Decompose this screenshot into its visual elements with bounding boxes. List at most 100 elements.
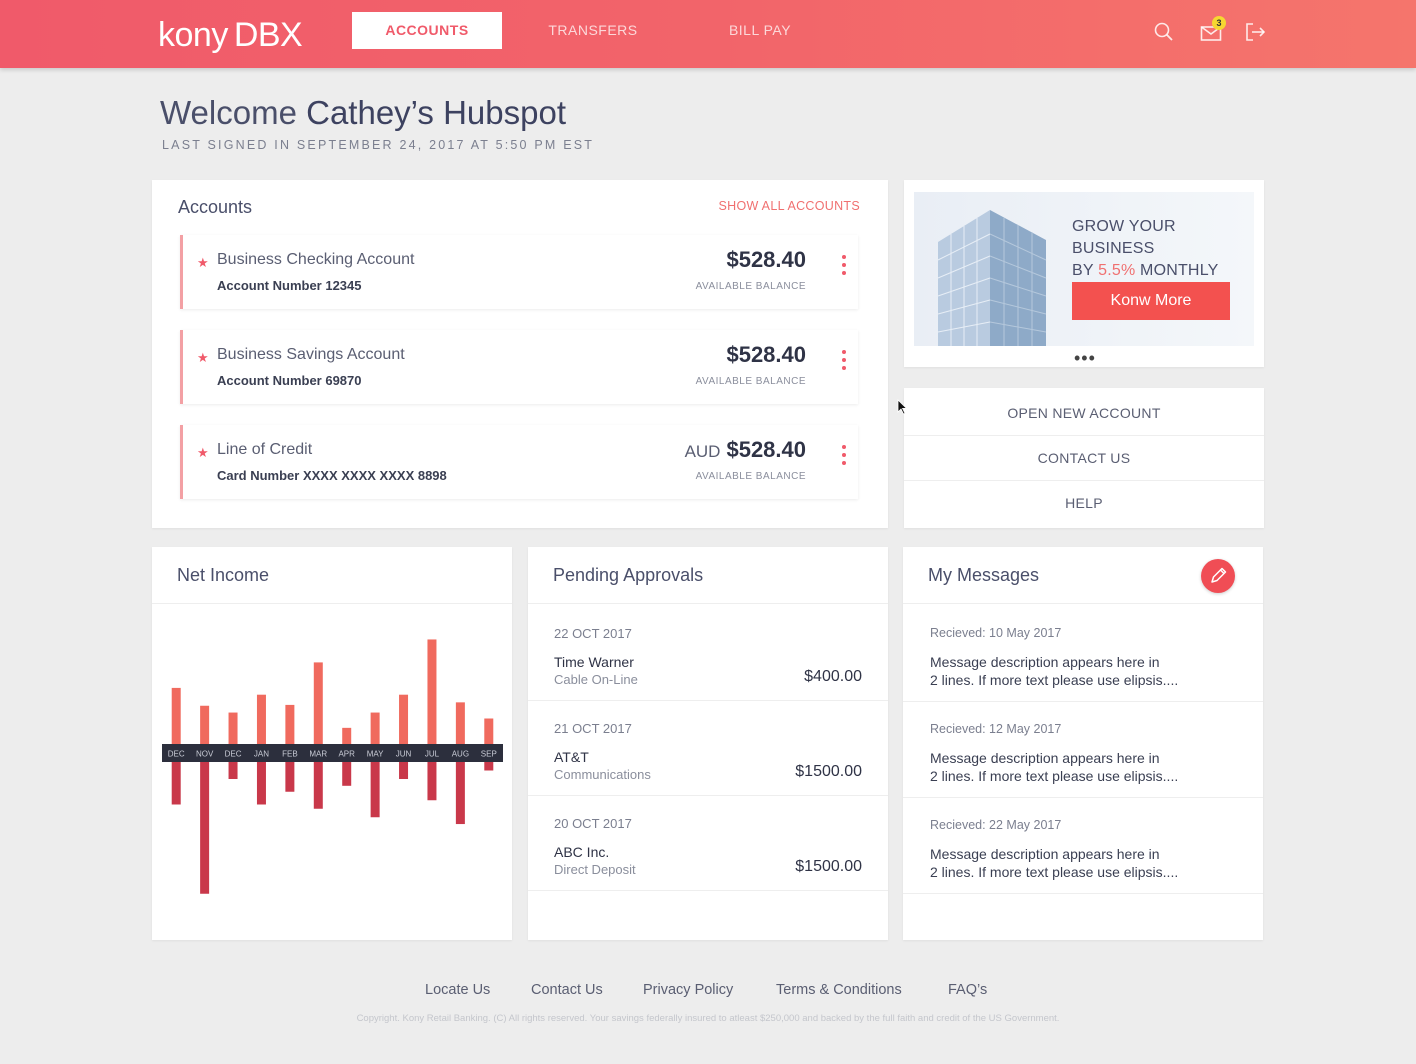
my-messages-title: My Messages bbox=[928, 565, 1040, 585]
message-preview-line-2: 2 lines. If more text please use elipsis… bbox=[930, 768, 1179, 784]
promo-line-1: GROW YOUR BUSINESS bbox=[1072, 218, 1176, 257]
favorite-star-icon[interactable]: ★ bbox=[197, 350, 209, 366]
pencil-icon bbox=[1211, 567, 1227, 583]
message-preview-line-2: 2 lines. If more text please use elipsis… bbox=[930, 864, 1179, 880]
more-options-icon[interactable] bbox=[836, 348, 852, 376]
logout-icon[interactable] bbox=[1243, 20, 1267, 44]
account-balance: $528.40 bbox=[726, 342, 806, 368]
expense-bar bbox=[200, 762, 210, 894]
footer-link-faqs[interactable]: FAQ’s bbox=[948, 982, 987, 998]
pending-date: 20 OCT 2017 bbox=[554, 816, 632, 831]
copyright-text: Copyright. Kony Retail Banking. (C) All … bbox=[356, 1013, 1060, 1024]
account-row-checking[interactable]: ★ Business Checking Account Account Numb… bbox=[180, 235, 858, 309]
kony-dbx-logo[interactable]: kony DBX bbox=[158, 16, 303, 55]
footer-link-privacy-policy[interactable]: Privacy Policy bbox=[643, 982, 733, 998]
income-bar bbox=[342, 727, 352, 744]
carousel-dots[interactable]: ••• bbox=[1074, 348, 1096, 369]
income-bar bbox=[228, 712, 238, 744]
month-tick-label: NOV bbox=[196, 750, 214, 759]
expense-bar bbox=[399, 762, 409, 779]
expense-bar bbox=[171, 762, 181, 805]
footer-link-locate-us[interactable]: Locate Us bbox=[425, 982, 490, 998]
month-tick-label: AUG bbox=[452, 750, 469, 759]
footer-link-contact-us[interactable]: Contact Us bbox=[531, 982, 603, 998]
message-preview-line-1: Message description appears here in bbox=[930, 654, 1160, 670]
accounts-card: Accounts SHOW ALL ACCOUNTS ★ Business Ch… bbox=[152, 180, 888, 528]
help-link[interactable]: HELP bbox=[904, 481, 1264, 526]
card-number: Card Number XXXX XXXX XXXX 8898 bbox=[217, 468, 447, 483]
more-options-icon[interactable] bbox=[836, 443, 852, 471]
payee-name: Time Warner bbox=[554, 654, 634, 670]
pending-approvals-card: Pending Approvals 22 OCT 2017 Time Warne… bbox=[528, 547, 888, 940]
account-balance-amount: $528.40 bbox=[726, 437, 806, 462]
mail-count-badge: 3 bbox=[1212, 16, 1226, 30]
available-balance-label: AVAILABLE BALANCE bbox=[695, 471, 806, 482]
message-preview-line-1: Message description appears here in bbox=[930, 846, 1160, 862]
account-name: Business Savings Account bbox=[217, 346, 405, 363]
income-bar bbox=[171, 687, 181, 744]
income-bar bbox=[484, 718, 494, 744]
payee-name: AT&T bbox=[554, 749, 589, 765]
pending-amount: $1500.00 bbox=[795, 858, 862, 875]
footer-link-terms[interactable]: Terms & Conditions bbox=[776, 982, 902, 998]
promo-rate: 5.5% bbox=[1098, 262, 1136, 279]
logo-kony-text: kony bbox=[158, 16, 228, 54]
page-title: Welcome Cathey’s Hubspot bbox=[160, 94, 566, 132]
account-number: Account Number 12345 bbox=[217, 278, 362, 293]
accounts-title: Accounts bbox=[178, 197, 253, 217]
payee-category: Direct Deposit bbox=[554, 862, 636, 877]
account-name: Business Checking Account bbox=[217, 251, 415, 268]
month-tick-label: APR bbox=[338, 750, 355, 759]
compose-message-button[interactable] bbox=[1201, 559, 1235, 593]
expense-bar bbox=[484, 762, 494, 771]
search-icon[interactable] bbox=[1152, 20, 1176, 44]
contact-us-link[interactable]: CONTACT US bbox=[904, 436, 1264, 481]
pending-date: 21 OCT 2017 bbox=[554, 721, 632, 736]
pending-item[interactable]: 20 OCT 2017 ABC Inc. Direct Deposit $150… bbox=[528, 796, 888, 891]
expense-bar bbox=[285, 762, 295, 792]
pending-item[interactable]: 22 OCT 2017 Time Warner Cable On-Line $4… bbox=[528, 606, 888, 701]
payee-name: ABC Inc. bbox=[554, 844, 610, 860]
divider bbox=[528, 603, 888, 604]
income-bar bbox=[455, 702, 465, 744]
account-row-savings[interactable]: ★ Business Savings Account Account Numbe… bbox=[180, 330, 858, 404]
message-item[interactable]: Recieved: 12 May 2017 Message descriptio… bbox=[903, 702, 1263, 798]
office-building-image bbox=[937, 210, 1047, 346]
promo-banner-card: GROW YOUR BUSINESS BY 5.5% MONTHLY Konw … bbox=[904, 180, 1264, 369]
account-row-line-of-credit[interactable]: ★ Line of Credit Card Number XXXX XXXX X… bbox=[180, 425, 858, 499]
welcome-prefix: Welcome bbox=[160, 94, 297, 131]
pending-amount: $400.00 bbox=[804, 668, 862, 685]
know-more-button[interactable]: Konw More bbox=[1072, 282, 1230, 320]
income-bar bbox=[313, 662, 323, 744]
favorite-star-icon[interactable]: ★ bbox=[197, 445, 209, 461]
expense-bar bbox=[228, 762, 238, 779]
tab-transfers[interactable]: TRANSFERS bbox=[520, 12, 666, 49]
message-received-date: Recieved: 12 May 2017 bbox=[930, 722, 1062, 736]
message-preview-line-2: 2 lines. If more text please use elipsis… bbox=[930, 672, 1179, 688]
pending-date: 22 OCT 2017 bbox=[554, 626, 632, 641]
mouse-cursor-icon bbox=[897, 399, 908, 415]
tab-bill-pay[interactable]: BILL PAY bbox=[688, 12, 832, 49]
expense-bar bbox=[313, 762, 323, 809]
favorite-star-icon[interactable]: ★ bbox=[197, 255, 209, 271]
tab-accounts[interactable]: ACCOUNTS bbox=[352, 12, 502, 49]
message-item[interactable]: Recieved: 22 May 2017 Message descriptio… bbox=[903, 798, 1263, 894]
expense-bar bbox=[342, 762, 352, 786]
month-tick-label: FEB bbox=[282, 750, 298, 759]
show-all-accounts-link[interactable]: SHOW ALL ACCOUNTS bbox=[719, 199, 860, 213]
welcome-user-name: Cathey’s Hubspot bbox=[306, 94, 566, 131]
promo-line-2: BY 5.5% MONTHLY bbox=[1072, 260, 1254, 282]
open-new-account-link[interactable]: OPEN NEW ACCOUNT bbox=[904, 391, 1264, 436]
promo-headline: GROW YOUR BUSINESS BY 5.5% MONTHLY bbox=[1072, 216, 1254, 282]
more-options-icon[interactable] bbox=[836, 253, 852, 281]
account-balance-amount: $528.40 bbox=[726, 342, 806, 367]
month-tick-label: MAR bbox=[309, 750, 327, 759]
message-item[interactable]: Recieved: 10 May 2017 Message descriptio… bbox=[903, 606, 1263, 702]
promo-line-2-prefix: BY bbox=[1072, 262, 1099, 279]
last-signed-in-text: LAST SIGNED IN SEPTEMBER 24, 2017 AT 5:5… bbox=[162, 138, 595, 152]
account-balance: $528.40 bbox=[726, 247, 806, 273]
income-bar bbox=[370, 712, 380, 744]
income-bar bbox=[285, 704, 295, 744]
pending-item[interactable]: 21 OCT 2017 AT&T Communications $1500.00 bbox=[528, 701, 888, 796]
expense-bar bbox=[427, 762, 437, 801]
